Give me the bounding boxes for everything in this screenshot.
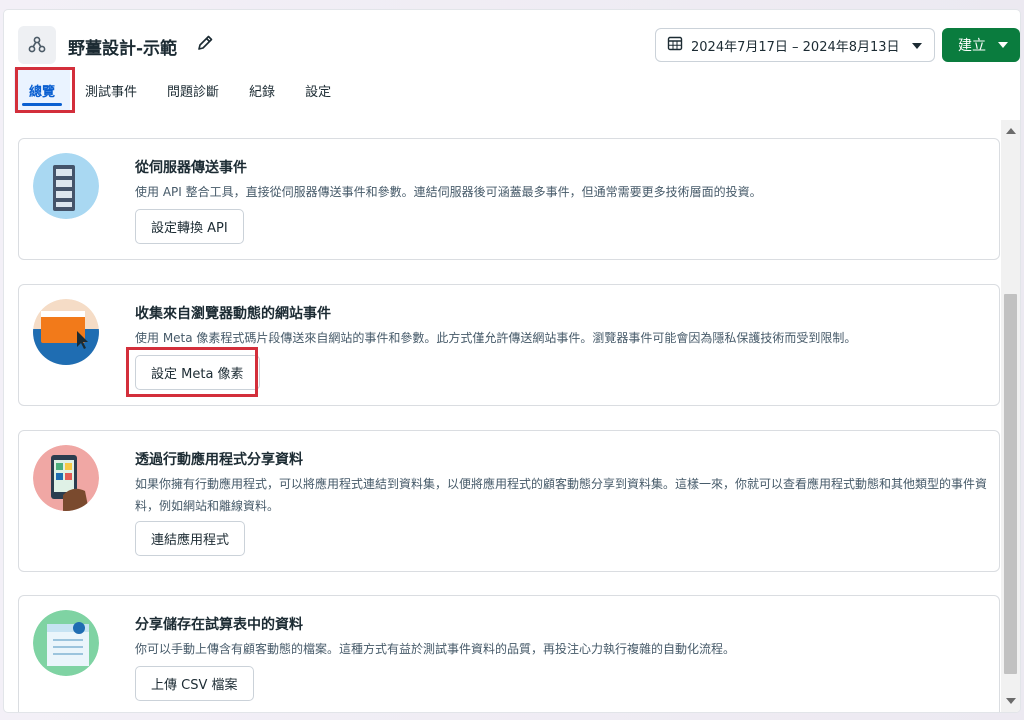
page-title: 野薑設計-示範 [68, 39, 178, 59]
card-description: 使用 API 整合工具，直接從伺服器傳送事件和參數。連結伺服器後可涵蓋最多事件，… [135, 185, 762, 199]
card-description: 使用 Meta 像素程式碼片段傳送來自網站的事件和參數。此方式僅允許傳送網站事件… [135, 331, 857, 345]
spreadsheet-illustration-icon [33, 610, 99, 676]
button-label: 設定轉換 API [151, 221, 228, 236]
tab-label: 問題診斷 [167, 84, 220, 100]
scroll-down-arrow-icon[interactable] [1006, 698, 1016, 704]
button-label: 設定 Meta 像素 [151, 367, 244, 382]
button-label: 連結應用程式 [151, 533, 230, 548]
tab-diagnostics[interactable]: 問題診斷 [152, 68, 234, 112]
tab-history[interactable]: 紀錄 [234, 68, 290, 112]
create-button[interactable]: 建立 [942, 28, 1020, 62]
card-title: 透過行動應用程式分享資料 [135, 452, 303, 468]
tab-label: 總覽 [29, 84, 56, 100]
card-description: 如果你擁有行動應用程式，可以將應用程式連結到資料集，以便將應用程式的顧客動態分享… [135, 477, 988, 513]
card-title: 分享儲存在試算表中的資料 [135, 617, 303, 633]
browser-illustration-icon [33, 299, 99, 365]
tab-label: 測試事件 [85, 84, 138, 100]
create-button-label: 建立 [958, 38, 986, 54]
mobile-app-illustration-icon [33, 445, 99, 511]
caret-down-icon [998, 42, 1008, 48]
scroll-thumb[interactable] [1004, 294, 1017, 674]
pencil-icon[interactable] [194, 32, 216, 54]
card-description: 你可以手動上傳含有顧客動態的檔案。這種方式有益於測試事件資料的品質，再投注心力執… [135, 642, 736, 656]
tab-label: 設定 [305, 84, 332, 100]
button-label: 上傳 CSV 檔案 [151, 678, 238, 693]
events-manager-window: 野薑設計-示範 2024年7月17日 – 2024年8月13日 建立 總覽 測試… [4, 10, 1020, 712]
caret-down-icon [912, 43, 922, 49]
card-browser-events: 收集來自瀏覽器動態的網站事件 使用 Meta 像素程式碼片段傳送來自網站的事件和… [18, 284, 1000, 406]
setup-conversions-api-button[interactable]: 設定轉換 API [135, 209, 244, 244]
tab-label: 紀錄 [249, 84, 276, 100]
page-header: 野薑設計-示範 2024年7月17日 – 2024年8月13日 建立 總覽 測試… [4, 10, 1020, 120]
tab-test-events[interactable]: 測試事件 [70, 68, 152, 112]
tab-overview[interactable]: 總覽 [14, 68, 71, 112]
dataset-icon [18, 26, 56, 64]
setup-meta-pixel-button[interactable]: 設定 Meta 像素 [135, 355, 260, 390]
card-app-events: 透過行動應用程式分享資料 如果你擁有行動應用程式，可以將應用程式連結到資料集，以… [18, 430, 1000, 572]
main-content: 從伺服器傳送事件 使用 API 整合工具，直接從伺服器傳送事件和參數。連結伺服器… [4, 120, 1020, 712]
card-title: 收集來自瀏覽器動態的網站事件 [135, 306, 331, 322]
tab-bar: 總覽 測試事件 問題診斷 紀錄 設定 [14, 68, 346, 112]
scroll-up-arrow-icon[interactable] [1006, 128, 1016, 134]
card-spreadsheet-events: 分享儲存在試算表中的資料 你可以手動上傳含有顧客動態的檔案。這種方式有益於測試事… [18, 595, 1000, 712]
tab-settings[interactable]: 設定 [290, 68, 346, 112]
date-range-label: 2024年7月17日 – 2024年8月13日 [691, 39, 900, 55]
date-range-picker[interactable]: 2024年7月17日 – 2024年8月13日 [655, 28, 935, 62]
calendar-icon [667, 35, 683, 55]
server-illustration-icon [33, 153, 99, 219]
card-server-events: 從伺服器傳送事件 使用 API 整合工具，直接從伺服器傳送事件和參數。連結伺服器… [18, 138, 1000, 260]
connect-app-button[interactable]: 連結應用程式 [135, 521, 246, 556]
vertical-scrollbar[interactable] [1001, 120, 1020, 712]
upload-csv-button[interactable]: 上傳 CSV 檔案 [135, 666, 254, 701]
card-title: 從伺服器傳送事件 [135, 160, 247, 176]
